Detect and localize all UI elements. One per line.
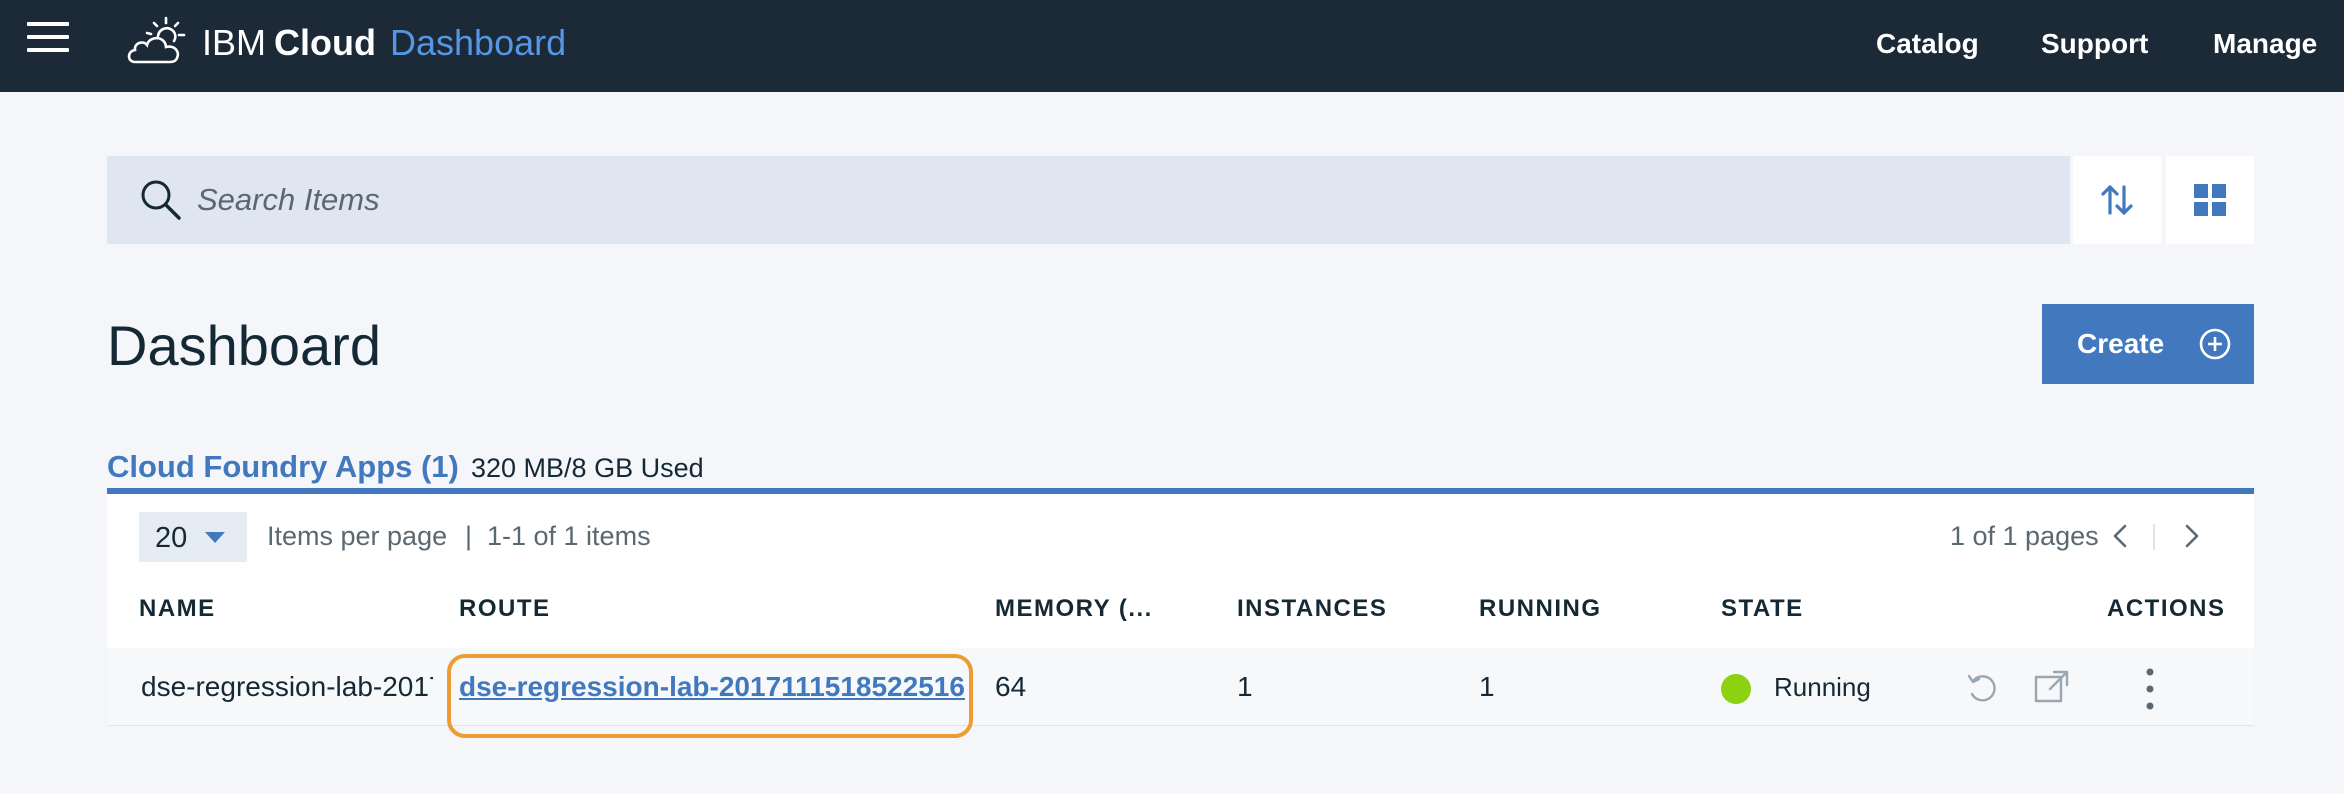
nav-support[interactable]: Support	[2041, 24, 2148, 64]
brand-section: Dashboard	[390, 22, 567, 63]
add-circle-icon	[2199, 328, 2231, 360]
sort-icon	[2101, 185, 2133, 215]
app-state: Running	[1774, 672, 1871, 702]
brand-title[interactable]: IBM Cloud Dashboard	[202, 20, 566, 66]
chevron-down-icon	[205, 532, 225, 543]
items-per-page-label: Items per page	[267, 521, 448, 551]
items-range: 1-1 of 1 items	[487, 521, 651, 551]
brand-ibm: IBM	[202, 22, 267, 63]
restart-icon[interactable]	[1963, 668, 2001, 706]
app-running: 1	[1479, 671, 1495, 702]
column-header-name[interactable]: NAME	[139, 594, 216, 624]
nav-catalog[interactable]: Catalog	[1876, 24, 1979, 64]
brand-cloud: Cloud	[274, 22, 376, 63]
apps-table: 20 Items per page | 1-1 of 1 items 1 of …	[107, 494, 2254, 738]
page-count: 1 of 1 pages	[1950, 521, 2099, 551]
pagination-divider: |	[465, 521, 473, 551]
pager-separator	[2153, 524, 2155, 550]
chevron-left-icon[interactable]	[2107, 518, 2135, 554]
page-title: Dashboard	[107, 314, 381, 377]
column-header-state[interactable]: STATE	[1721, 594, 1804, 624]
app-instances: 1	[1237, 671, 1253, 702]
items-per-page-value: 20	[155, 522, 188, 554]
top-navigation-bar: IBM Cloud Dashboard Catalog Support Manage	[0, 0, 2344, 92]
sort-button[interactable]	[2073, 156, 2161, 244]
app-route-link[interactable]: dse-regression-lab-201711151852251634	[459, 670, 965, 704]
menu-icon[interactable]	[27, 20, 69, 54]
column-header-instances[interactable]: INSTANCES	[1237, 594, 1387, 624]
cloud-foundry-apps-title[interactable]: Cloud Foundry Apps (1)	[107, 446, 459, 488]
column-header-memory[interactable]: MEMORY (...	[995, 594, 1153, 624]
column-header-route[interactable]: ROUTE	[459, 594, 551, 624]
search-input[interactable]	[197, 156, 2047, 244]
items-per-page-select[interactable]: 20	[139, 512, 247, 562]
create-button-label: Create	[2077, 328, 2165, 359]
status-running-icon	[1721, 674, 1751, 704]
app-name[interactable]: dse-regression-lab-2017	[141, 670, 433, 704]
table-row[interactable]: dse-regression-lab-2017 dse-regression-l…	[107, 648, 2254, 738]
usage-summary: 320 MB/8 GB Used	[471, 453, 704, 483]
launch-icon[interactable]	[2033, 668, 2071, 706]
search-icon	[141, 180, 181, 220]
column-header-running[interactable]: RUNNING	[1479, 594, 1602, 624]
nav-manage[interactable]: Manage	[2213, 24, 2317, 64]
column-header-actions: ACTIONS	[2107, 595, 2226, 622]
grid-view-button[interactable]	[2166, 156, 2254, 244]
grid-view-icon	[2194, 184, 2226, 216]
create-button[interactable]: Create	[2042, 304, 2254, 384]
cloud-logo-icon[interactable]	[125, 16, 187, 68]
search-bar	[107, 156, 2070, 244]
chevron-right-icon[interactable]	[2177, 518, 2205, 554]
app-memory: 64	[995, 671, 1027, 702]
overflow-menu-icon[interactable]	[2143, 666, 2157, 712]
